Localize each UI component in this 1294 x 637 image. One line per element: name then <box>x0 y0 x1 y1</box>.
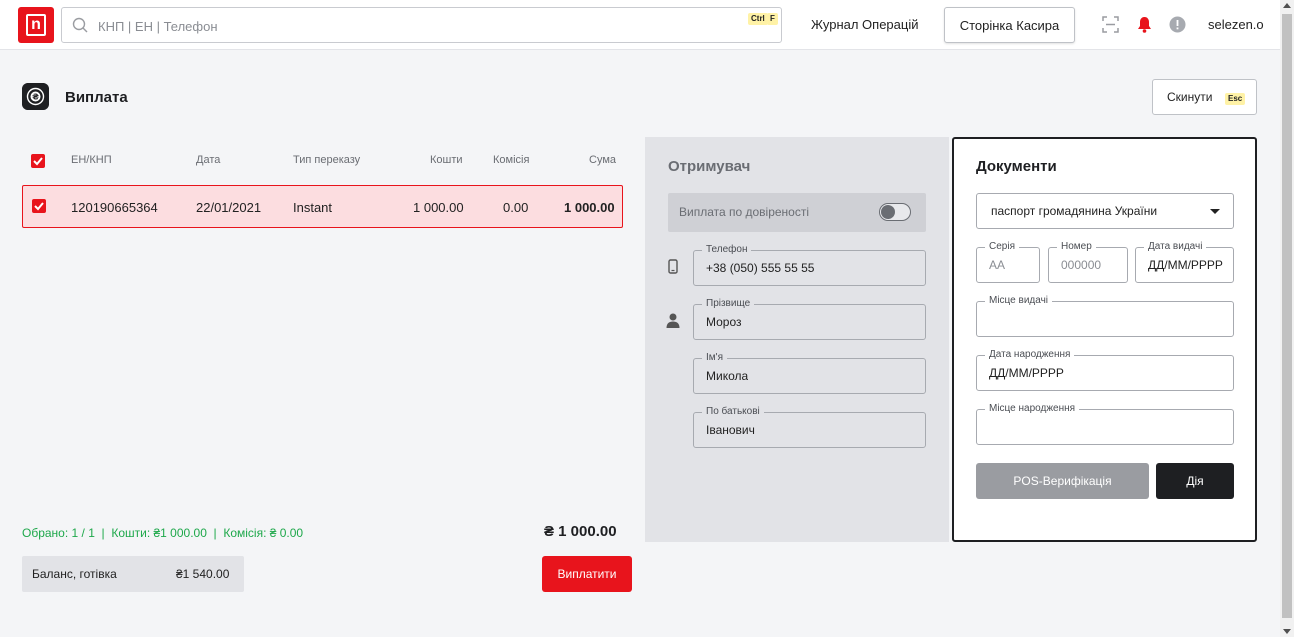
header-type: Тип переказу <box>293 154 361 166</box>
documents-panel: Документи паспорт громадянина України Се… <box>952 137 1257 542</box>
patronymic-value: Іванович <box>706 423 755 437</box>
cash-balance: Баланс, готівка ₴1 540.00 <box>22 556 244 592</box>
diia-button[interactable]: Дія <box>1156 463 1234 499</box>
cell-fee: 0.00 <box>503 200 529 215</box>
reset-label: Скинути <box>1167 90 1213 104</box>
surname-field[interactable]: Прізвище Мороз <box>693 298 926 340</box>
series-field[interactable]: Серія АА <box>976 241 1040 283</box>
proxy-payment-row[interactable]: Виплата по довіреності <box>668 193 926 232</box>
f-hotkey-badge: F <box>767 13 778 25</box>
select-all-checkbox[interactable] <box>31 154 45 168</box>
header-id: ЕН/КНП <box>71 154 112 166</box>
reset-button[interactable]: Скинути Esc <box>1152 79 1257 115</box>
checkmark-icon <box>34 202 44 211</box>
series-label: Серія <box>985 241 1019 253</box>
first-name-label: Ім'я <box>702 352 727 364</box>
chevron-down-icon <box>1210 209 1220 214</box>
issue-place-field[interactable]: Місце видачі <box>976 295 1234 337</box>
phone-value: +38 (050) 555 55 55 <box>706 261 815 275</box>
birth-place-label: Місце народження <box>985 403 1080 415</box>
proxy-payment-toggle[interactable] <box>879 203 911 221</box>
surname-value: Мороз <box>706 315 742 329</box>
header-date: Дата <box>196 154 221 166</box>
number-placeholder: 000000 <box>1061 258 1102 272</box>
page-title: Виплата <box>65 89 128 106</box>
search-box[interactable]: Ctrl F <box>61 7 782 43</box>
patronymic-label: По батькові <box>702 406 764 418</box>
patronymic-field[interactable]: По батькові Іванович <box>693 406 926 448</box>
logo-letter: n <box>26 14 46 36</box>
top-bar: n Ctrl F Журнал Операцій Сторінка Касира… <box>0 0 1280 50</box>
first-name-field[interactable]: Ім'я Микола <box>693 352 926 394</box>
header-sum: Сума <box>589 154 617 166</box>
pay-button[interactable]: Виплатити <box>542 556 632 592</box>
esc-hotkey-badge: Esc <box>1225 93 1246 105</box>
cashier-page-button[interactable]: Сторінка Касира <box>944 7 1075 43</box>
phone-icon <box>668 259 678 274</box>
scroll-up-arrow-icon[interactable] <box>1283 3 1291 8</box>
document-type-value: паспорт громадянина України <box>991 204 1158 218</box>
page-scrollbar[interactable] <box>1280 0 1294 637</box>
birth-date-value: ДД/ММ/РРРР <box>989 366 1064 380</box>
cell-type: Instant <box>293 200 333 215</box>
birth-date-label: Дата народження <box>985 349 1075 361</box>
documents-title: Документи <box>976 158 1057 175</box>
series-placeholder: АА <box>989 258 1006 272</box>
recipient-title: Отримувач <box>668 158 751 175</box>
pos-verification-button[interactable]: POS-Верифікація <box>976 463 1149 499</box>
header-fee: Комісія <box>493 154 530 166</box>
number-field[interactable]: Номер 000000 <box>1048 241 1128 283</box>
issue-date-value: ДД/ММ/РРРР <box>1148 258 1223 272</box>
balance-label: Баланс, готівка <box>32 567 117 581</box>
balance-value: ₴1 540.00 <box>176 567 230 581</box>
checkmark-icon <box>33 157 43 166</box>
phone-field[interactable]: Телефон +38 (050) 555 55 55 <box>693 244 926 286</box>
bell-icon[interactable] <box>1137 16 1152 33</box>
issue-date-label: Дата видачі <box>1144 241 1207 253</box>
cell-date: 22/01/2021 <box>196 200 262 215</box>
person-icon <box>666 313 680 328</box>
scroll-down-arrow-icon[interactable] <box>1283 629 1291 634</box>
issue-date-field[interactable]: Дата видачі ДД/ММ/РРРР <box>1135 241 1234 283</box>
search-icon <box>72 17 88 33</box>
number-label: Номер <box>1057 241 1096 253</box>
scroll-thumb[interactable] <box>1282 14 1292 618</box>
selection-summary: Обрано: 1 / 1 | Кошти: ₴1 000.00 | Коміс… <box>22 526 304 540</box>
table-row[interactable]: 120190665364 22/01/2021 Instant 1 000.00… <box>22 185 623 228</box>
total-amount: ₴ 1 000.00 <box>544 523 617 540</box>
cell-funds: 1 000.00 <box>413 200 464 215</box>
header-funds: Кошти <box>430 154 463 166</box>
qr-scan-icon[interactable] <box>1102 16 1119 33</box>
first-name-value: Микола <box>706 369 749 383</box>
ctrl-hotkey-badge: Ctrl <box>748 13 768 25</box>
row-checkbox[interactable] <box>32 199 46 213</box>
birth-date-field[interactable]: Дата народження ДД/ММ/РРРР <box>976 349 1234 391</box>
recipient-panel: Отримувач Виплата по довіреності Телефон… <box>645 137 949 542</box>
operations-log-link[interactable]: Журнал Операцій <box>811 17 919 32</box>
alert-icon[interactable] <box>1169 16 1186 33</box>
username[interactable]: selezen.o <box>1208 17 1264 32</box>
birth-place-field[interactable]: Місце народження <box>976 403 1234 445</box>
issue-place-label: Місце видачі <box>985 295 1053 307</box>
proxy-payment-label: Виплата по довіреності <box>679 205 810 219</box>
surname-label: Прізвище <box>702 298 755 310</box>
cell-id: 120190665364 <box>71 200 158 215</box>
document-type-select[interactable]: паспорт громадянина України <box>976 193 1234 229</box>
phone-label: Телефон <box>702 244 752 256</box>
logo[interactable]: n <box>18 7 54 43</box>
toggle-knob <box>881 205 895 219</box>
search-input[interactable] <box>98 16 698 36</box>
payout-icon: ₴ <box>22 83 49 110</box>
cell-sum: 1 000.00 <box>564 200 615 215</box>
svg-text:₴: ₴ <box>32 93 39 102</box>
